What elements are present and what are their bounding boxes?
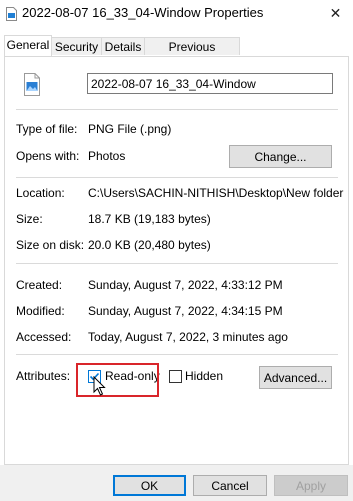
tab-security[interactable]: Security [51, 37, 102, 55]
modified-value: Sunday, August 7, 2022, 4:34:15 PM [88, 304, 283, 318]
attributes-label: Attributes: [16, 369, 71, 383]
divider [16, 109, 338, 110]
title-bar: 2022-08-07 16_33_04-Window Properties ✕ [0, 0, 353, 30]
type-value: PNG File (.png) [88, 122, 172, 136]
ok-button[interactable]: OK [113, 475, 186, 496]
divider [16, 354, 338, 355]
created-value: Sunday, August 7, 2022, 4:33:12 PM [88, 278, 283, 292]
window-title: 2022-08-07 16_33_04-Window Properties [22, 5, 264, 20]
cancel-button[interactable]: Cancel [193, 475, 267, 496]
size-on-disk-label: Size on disk: [16, 238, 85, 252]
hidden-label[interactable]: Hidden [185, 369, 223, 383]
close-button[interactable]: ✕ [318, 0, 353, 28]
size-on-disk-value: 20.0 KB (20,480 bytes) [88, 238, 211, 252]
location-value: C:\Users\SACHIN-NITHISH\Desktop\New fold… [88, 186, 344, 200]
opens-with-value: Photos [88, 149, 126, 163]
modified-label: Modified: [16, 304, 65, 318]
divider [16, 177, 338, 178]
type-label: Type of file: [16, 122, 78, 136]
file-name-input[interactable] [87, 73, 333, 94]
png-file-icon [24, 73, 40, 96]
accessed-label: Accessed: [16, 330, 72, 344]
readonly-highlight-box [76, 363, 159, 397]
advanced-button[interactable]: Advanced... [259, 366, 332, 389]
tab-general[interactable]: General [4, 35, 52, 56]
size-value: 18.7 KB (19,183 bytes) [88, 212, 211, 226]
mouse-cursor-icon [93, 376, 106, 396]
apply-button[interactable]: Apply [274, 475, 348, 496]
tab-previous-versions[interactable]: Previous Versions [144, 37, 240, 72]
change-button[interactable]: Change... [229, 145, 332, 168]
size-label: Size: [16, 212, 43, 226]
file-icon [6, 7, 17, 21]
tab-strip: General Security Details Previous Versio… [0, 35, 353, 72]
opens-with-label: Opens with: [16, 149, 80, 163]
created-label: Created: [16, 278, 63, 292]
hidden-checkbox[interactable] [169, 370, 182, 383]
accessed-value: Today, August 7, 2022, 3 minutes ago [88, 330, 288, 344]
divider [16, 263, 338, 264]
location-label: Location: [16, 186, 65, 200]
close-icon: ✕ [329, 5, 342, 21]
general-panel [4, 56, 349, 465]
tab-details[interactable]: Details [101, 37, 145, 55]
